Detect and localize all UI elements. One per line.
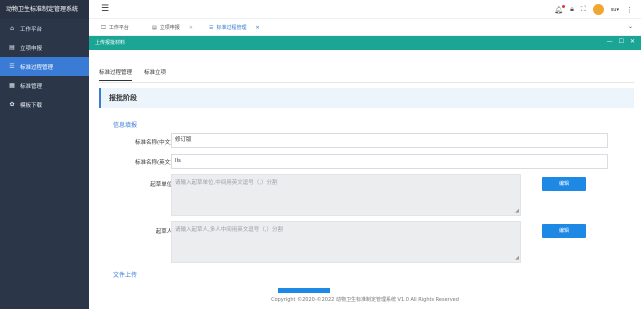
- edit-drafting-unit-button[interactable]: 编辑: [542, 177, 586, 191]
- tab-standard-project[interactable]: 标准立项: [144, 68, 166, 81]
- stage-title: 报批阶段: [109, 94, 137, 102]
- sidebar-item-project-application[interactable]: ▤ 立项申报: [0, 38, 89, 57]
- name-cn-label: 标准名称(中文)*: [89, 138, 175, 146]
- file-icon: ▤: [9, 44, 15, 51]
- tabs-bar: 🖵 工作平台 ▤ 立项申报 ✕ ☰ 标准过程管理 ✕ ⌄: [89, 19, 641, 36]
- resize-handle-icon[interactable]: ◢: [515, 208, 519, 214]
- username-dropdown[interactable]: su▾: [611, 7, 619, 13]
- avatar[interactable]: [592, 4, 604, 15]
- sidebar-item-workbench[interactable]: ⌂ 工作平台: [0, 19, 89, 38]
- close-icon[interactable]: ✕: [630, 38, 635, 45]
- name-cn-input[interactable]: 修订版: [171, 133, 608, 148]
- maximize-icon[interactable]: ☐: [619, 38, 624, 45]
- tab-divider: [99, 82, 634, 83]
- sidebar: 动物卫生标准制定管理系统 ⌂ 工作平台 ▤ 立项申报 ☰ 标准过程管理 ▦ 标准…: [0, 0, 89, 309]
- stage-header: 报批阶段: [99, 88, 634, 108]
- drafting-unit-placeholder: 请输入起草单位,中间用英文逗号（,）分割: [175, 180, 278, 186]
- edit-drafter-button[interactable]: 编辑: [542, 224, 586, 238]
- bell-icon[interactable]: 🔔︎: [554, 4, 566, 14]
- top-right-tools: 🔔︎ 🔒︎ ⛶ su▾ ⋮: [554, 4, 633, 15]
- dialog-header: 上传报批材料 — ☐ ✕: [89, 36, 641, 50]
- tab-label: 工作平台: [108, 25, 129, 31]
- tab-label: 标准过程管理: [216, 25, 247, 31]
- notification-dot: [562, 4, 566, 8]
- tab-workbench[interactable]: 🖵 工作平台: [101, 22, 129, 33]
- close-icon[interactable]: ✕: [256, 25, 260, 31]
- home-icon: ⌂: [10, 25, 14, 32]
- sidebar-item-label: 立项申报: [20, 45, 43, 52]
- list-icon: ☰: [209, 24, 214, 31]
- tab-project-application[interactable]: ▤ 立项申报 ✕: [152, 22, 193, 33]
- sidebar-item-template-download[interactable]: ✿ 模板下载: [0, 95, 89, 114]
- lock-icon[interactable]: 🔒︎: [570, 5, 574, 14]
- drafter-placeholder: 请输入起草人,多人中间用英文逗号（,）分割: [175, 227, 283, 233]
- sidebar-item-standard-management[interactable]: ▦ 标准管理: [0, 76, 89, 95]
- dialog-title: 上传报批材料: [95, 40, 126, 46]
- name-en-label: 标准名称(英文)*: [89, 158, 175, 166]
- sidebar-item-label: 标准管理: [20, 83, 43, 90]
- dialog-controls: — ☐ ✕: [607, 38, 635, 45]
- file-icon: ▤: [152, 24, 157, 31]
- close-icon[interactable]: ✕: [189, 25, 193, 31]
- sidebar-item-standard-process[interactable]: ☰ 标准过程管理: [0, 57, 89, 76]
- list-icon: ☰: [9, 63, 15, 70]
- fullscreen-icon[interactable]: ⛶: [581, 5, 586, 14]
- tab-process-management[interactable]: 标准过程管理: [99, 68, 133, 81]
- dialog-content: 标准过程管理 标准立项 报批阶段 信息填报 标准名称(中文)* 修订版 标准名称…: [89, 50, 641, 293]
- section-upload-title: 文件上传: [113, 272, 138, 279]
- sidebar-item-label: 工作平台: [20, 26, 43, 33]
- hamburger-icon[interactable]: ☰: [101, 4, 109, 14]
- table-icon: ▦: [9, 82, 15, 89]
- drafting-unit-textarea[interactable]: 请输入起草单位,中间用英文逗号（,）分割 ◢: [171, 174, 521, 216]
- tab-standard-process[interactable]: ☰ 标准过程管理 ✕: [209, 22, 260, 33]
- gear-icon: ✿: [9, 101, 15, 108]
- resize-handle-icon[interactable]: ◢: [515, 255, 519, 261]
- sidebar-item-label: 模板下载: [20, 102, 43, 109]
- app-title: 动物卫生标准制定管理系统: [0, 0, 89, 19]
- sidebar-item-label: 标准过程管理: [20, 64, 54, 71]
- name-en-input[interactable]: lls: [171, 154, 608, 169]
- top-bar: ☰ 🔔︎ 🔒︎ ⛶ su▾ ⋮: [89, 0, 641, 19]
- more-vertical-icon[interactable]: ⋮: [626, 6, 633, 14]
- footer: Copyright ©2020-©2022 动物卫生标准制定管理系统 V1.0 …: [89, 293, 641, 309]
- chevron-down-icon[interactable]: ⌄: [628, 23, 633, 30]
- minimize-icon[interactable]: —: [607, 38, 613, 45]
- tab-label: 立项申报: [159, 25, 180, 31]
- inner-tabs: 标准过程管理 标准立项: [99, 68, 166, 81]
- section-info-title: 信息填报: [113, 122, 138, 129]
- drafter-label: 起草人*: [89, 227, 175, 235]
- monitor-icon: 🖵: [101, 24, 106, 31]
- drafting-unit-label: 起草单位*: [89, 180, 175, 188]
- drafter-textarea[interactable]: 请输入起草人,多人中间用英文逗号（,）分割 ◢: [171, 221, 521, 263]
